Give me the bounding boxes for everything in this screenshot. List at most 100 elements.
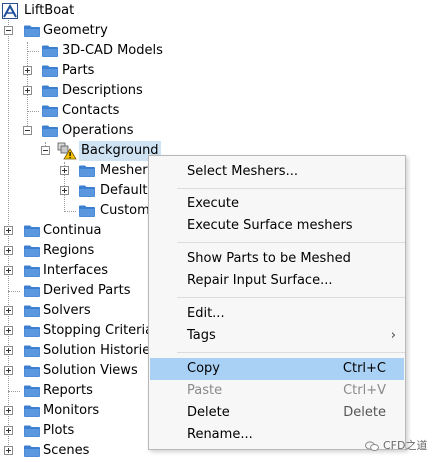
menu-separator: [177, 297, 405, 298]
context-menu: Select Meshers... Execute Execute Surfac…: [148, 155, 406, 450]
menu-item-shortcut: Ctrl+V: [343, 383, 386, 398]
tree-item-interfaces[interactable]: Interfaces: [0, 261, 148, 281]
tree-item-contacts[interactable]: Contacts: [0, 101, 200, 121]
tree-item-label: Custom: [100, 203, 150, 218]
tree-item-label: Stopping Criteria: [43, 323, 148, 338]
tree-item-regions[interactable]: Regions: [0, 241, 148, 261]
folder-icon: [79, 165, 95, 177]
tree-item-label: Default: [100, 183, 148, 198]
folder-icon: [24, 345, 40, 357]
tree-root-label: LiftBoat: [24, 3, 75, 18]
expand-icon[interactable]: [4, 266, 13, 275]
menu-item-copy[interactable]: Copy Ctrl+C: [150, 358, 404, 380]
collapse-icon[interactable]: [41, 146, 50, 155]
tree-item-geometry[interactable]: Geometry: [0, 21, 200, 41]
menu-item-label: Rename...: [187, 427, 253, 442]
folder-icon: [42, 125, 58, 137]
tree-item-scenes[interactable]: Scenes: [0, 441, 148, 461]
collapse-icon[interactable]: [4, 26, 13, 35]
simulation-icon: [2, 3, 18, 19]
menu-item-select-meshers[interactable]: Select Meshers...: [149, 161, 405, 183]
expand-icon[interactable]: [4, 346, 13, 355]
menu-item-label: Execute Surface meshers: [187, 218, 353, 233]
tree-item-operations[interactable]: Operations: [0, 121, 200, 141]
folder-icon: [24, 245, 40, 257]
chevron-right-icon: ›: [390, 328, 396, 343]
menu-item-label: Select Meshers...: [187, 164, 298, 179]
tree-item-label: Operations: [62, 123, 134, 138]
tree-root[interactable]: LiftBoat: [0, 1, 200, 21]
tree-item-solution-histories[interactable]: Solution Histories: [0, 341, 148, 361]
menu-item-label: Delete: [187, 405, 230, 420]
tree-item-label: Contacts: [62, 103, 120, 118]
folder-icon: [24, 285, 40, 297]
tree-item-solution-views[interactable]: Solution Views: [0, 361, 148, 381]
expand-icon[interactable]: [4, 326, 13, 335]
folder-icon: [42, 85, 58, 97]
menu-item-label: Paste: [187, 383, 223, 398]
menu-item-show-parts-to-be-meshed[interactable]: Show Parts to be Meshed: [149, 248, 405, 270]
tree-item-label: Plots: [43, 423, 75, 438]
folder-icon: [24, 265, 40, 277]
folder-icon: [24, 305, 40, 317]
automated-mesh-warning-icon: [57, 142, 77, 160]
tree-item-descriptions[interactable]: Descriptions: [0, 81, 200, 101]
folder-icon: [79, 185, 95, 197]
expand-icon[interactable]: [23, 86, 32, 95]
tree-item-label: Descriptions: [62, 83, 143, 98]
tree-item-label: Derived Parts: [43, 283, 131, 298]
expand-icon[interactable]: [60, 186, 69, 195]
folder-icon: [24, 25, 40, 37]
tree-item-custom[interactable]: Custom: [0, 201, 150, 221]
expand-icon[interactable]: [4, 446, 13, 455]
tree-item-meshers[interactable]: Meshers: [0, 161, 154, 181]
expand-icon[interactable]: [4, 406, 13, 415]
tree-item-continua[interactable]: Continua: [0, 221, 148, 241]
tree-item-label: Solution Views: [43, 363, 138, 378]
folder-icon: [79, 205, 95, 217]
folder-icon: [24, 365, 40, 377]
tree-item-plots[interactable]: Plots: [0, 421, 148, 441]
menu-item-edit[interactable]: Edit...: [149, 303, 405, 325]
menu-item-label: Tags: [187, 328, 216, 343]
tree-item-label: Parts: [62, 63, 95, 78]
tree-item-label: Geometry: [43, 23, 108, 38]
tree-item-derived-parts[interactable]: Derived Parts: [0, 281, 148, 301]
expand-icon[interactable]: [4, 366, 13, 375]
folder-icon: [24, 405, 40, 417]
folder-icon: [24, 385, 40, 397]
tree-item-3d-cad-models[interactable]: 3D-CAD Models: [0, 41, 200, 61]
menu-separator: [177, 352, 405, 353]
menu-item-delete[interactable]: Delete Delete: [149, 402, 405, 424]
tree-item-reports[interactable]: Reports: [0, 381, 148, 401]
tree-item-parts[interactable]: Parts: [0, 61, 200, 81]
expand-icon[interactable]: [23, 66, 32, 75]
menu-item-label: Show Parts to be Meshed: [187, 251, 351, 266]
expand-icon[interactable]: [60, 166, 69, 175]
tree-item-label: Continua: [43, 223, 102, 238]
menu-item-label: Execute: [187, 196, 239, 211]
tree-item-stopping-criteria[interactable]: Stopping Criteria: [0, 321, 148, 341]
menu-item-label: Repair Input Surface...: [187, 273, 333, 288]
tree-item-default[interactable]: Default: [0, 181, 148, 201]
expand-icon[interactable]: [4, 246, 13, 255]
wechat-icon: [365, 441, 379, 451]
folder-icon: [42, 65, 58, 77]
tree-item-solvers[interactable]: Solvers: [0, 301, 148, 321]
tree-item-label: Regions: [43, 243, 95, 258]
menu-item-execute-surface-meshers[interactable]: Execute Surface meshers: [149, 215, 405, 237]
expand-icon[interactable]: [4, 426, 13, 435]
collapse-icon[interactable]: [23, 126, 32, 135]
menu-item-repair-input-surface[interactable]: Repair Input Surface...: [149, 270, 405, 292]
expand-icon[interactable]: [4, 226, 13, 235]
menu-item-paste: Paste Ctrl+V: [149, 380, 405, 402]
watermark-text: CFD之道: [383, 439, 428, 452]
menu-item-shortcut: Ctrl+C: [342, 361, 386, 376]
menu-item-execute[interactable]: Execute: [149, 193, 405, 215]
menu-item-tags[interactable]: Tags ›: [149, 325, 405, 347]
expand-icon[interactable]: [4, 306, 13, 315]
tree-item-monitors[interactable]: Monitors: [0, 401, 148, 421]
tree-item-label: Monitors: [43, 403, 100, 418]
tree-item-label: 3D-CAD Models: [62, 43, 163, 58]
folder-icon: [24, 445, 40, 457]
